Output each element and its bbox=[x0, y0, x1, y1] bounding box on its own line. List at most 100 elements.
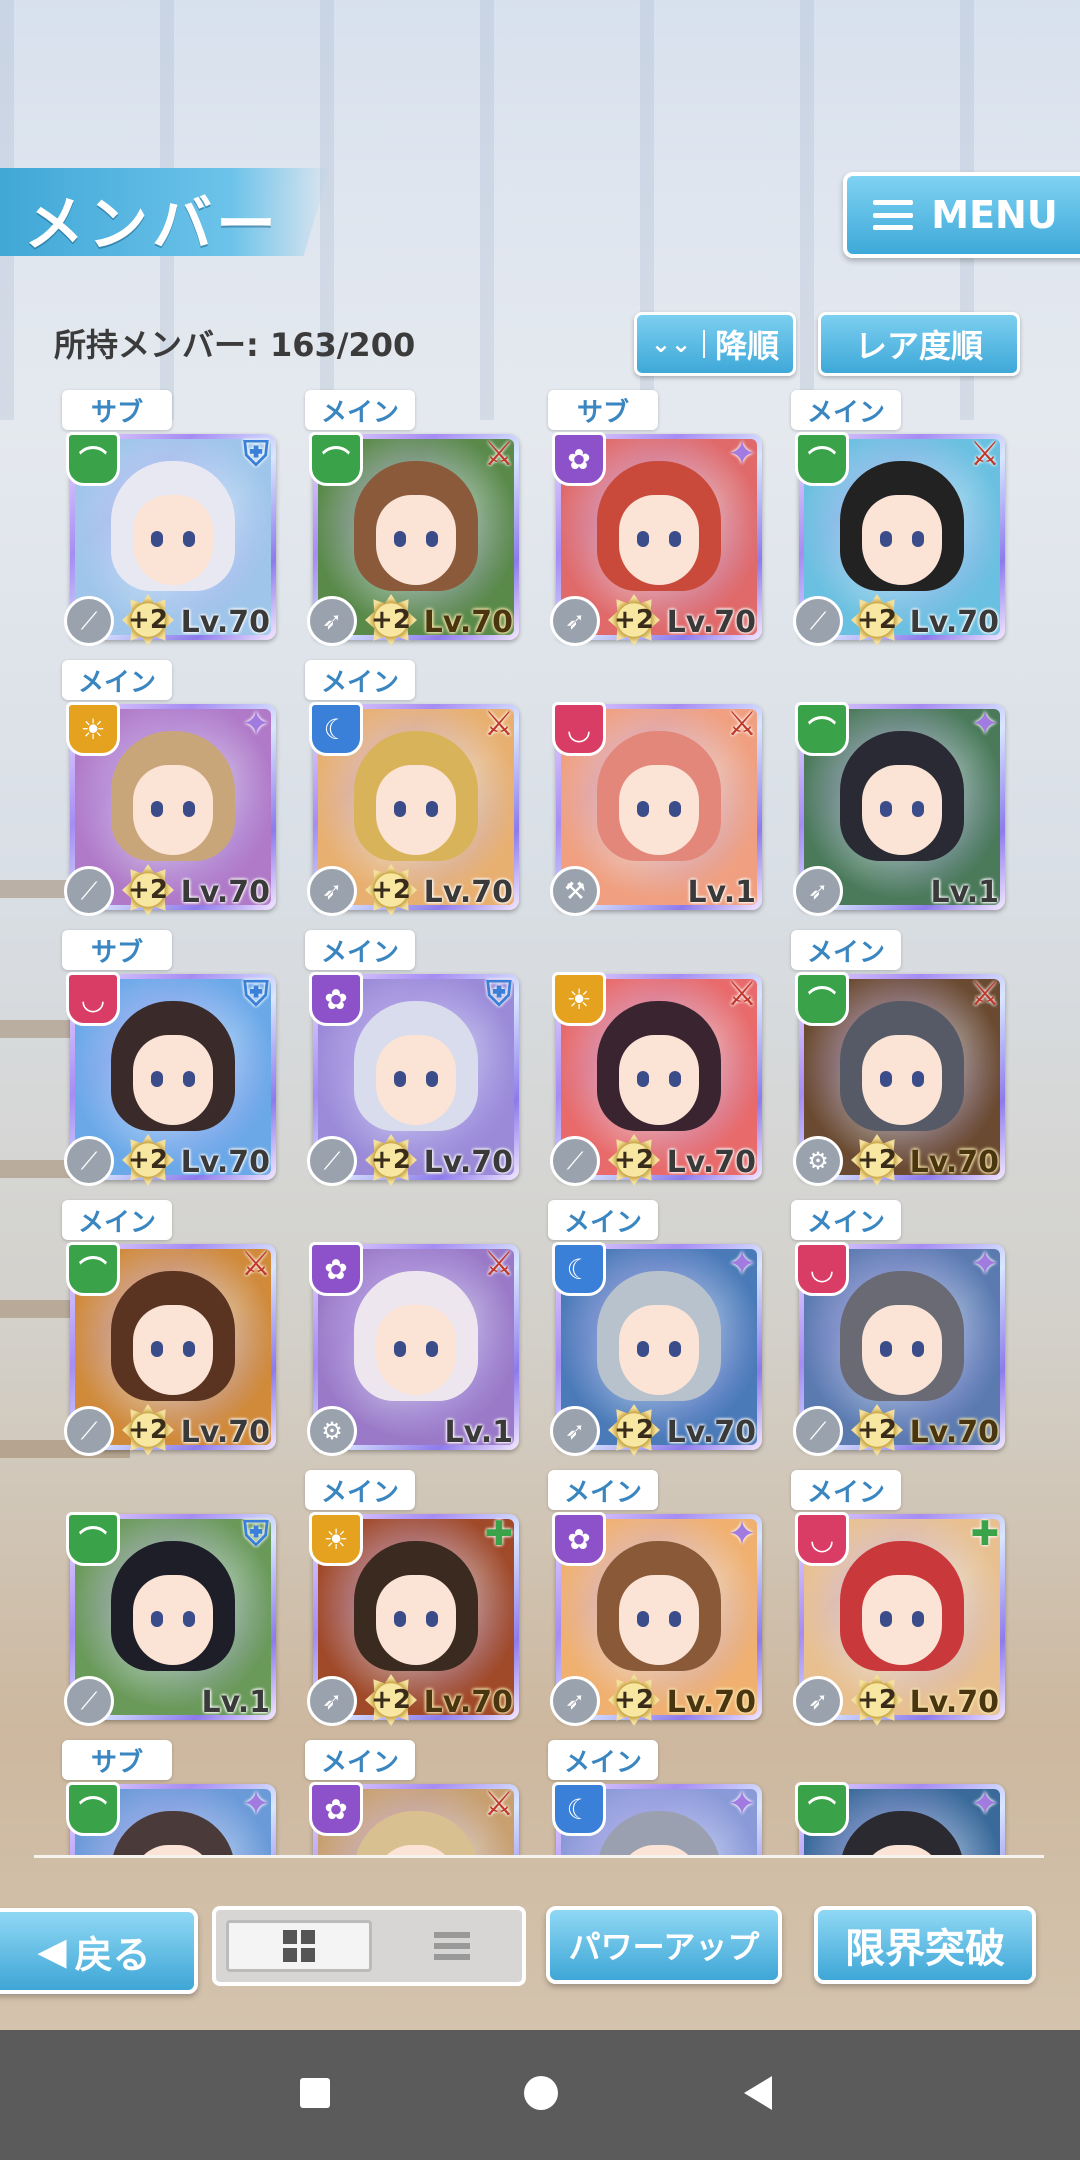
level-label: Lv.70 bbox=[909, 1685, 999, 1720]
sword-weapon-icon: ⟋ bbox=[307, 1136, 357, 1186]
member-card[interactable]: サブ ✿ ✦ ➶ +2 Lv.70 bbox=[548, 390, 762, 660]
member-card[interactable]: ✿ ⚔ ⚙ Lv.1 bbox=[307, 1200, 519, 1470]
member-card[interactable]: メイン ◡ ✚ ➶ +2 Lv.70 bbox=[791, 1470, 1005, 1740]
power-up-label: パワーアップ bbox=[568, 1928, 760, 1966]
sword-weapon-icon: ⟋ bbox=[793, 596, 843, 646]
member-card[interactable]: メイン ⌒ ⚔ ⟋ +2 Lv.70 bbox=[791, 390, 1005, 660]
deck-role-tag: サブ bbox=[548, 390, 658, 430]
member-card[interactable]: メイン ✿ ⚔ bbox=[305, 1740, 519, 1855]
axe-weapon-icon: ⚒ bbox=[550, 866, 600, 916]
attribute-icon: ⌒ bbox=[795, 972, 849, 1026]
deck-role-tag: メイン bbox=[548, 1470, 658, 1510]
deck-role-tag: メイン bbox=[305, 660, 415, 700]
member-card[interactable]: サブ ◡ ⛨ ⟋ +2 Lv.70 bbox=[62, 930, 276, 1200]
back-label: 戻る bbox=[74, 1932, 151, 1977]
deck-role-tag: メイン bbox=[791, 1200, 901, 1240]
list-view-button[interactable] bbox=[382, 1910, 522, 1982]
member-card[interactable]: メイン ⌒ ⚔ ➶ +2 Lv.70 bbox=[305, 390, 519, 660]
deck-role-tag: メイン bbox=[62, 660, 172, 700]
spear-weapon-icon: ➶ bbox=[307, 596, 357, 646]
deck-role-tag: サブ bbox=[62, 390, 172, 430]
attribute-icon: ⌒ bbox=[66, 1782, 120, 1836]
list-icon bbox=[434, 1932, 470, 1960]
attribute-icon: ✿ bbox=[552, 1512, 606, 1566]
gear-weapon-icon: ⚙ bbox=[793, 1136, 843, 1186]
member-card[interactable]: メイン ☀ ✦ ⟋ +2 Lv.70 bbox=[62, 660, 276, 930]
back-arrow-icon: ◀ bbox=[37, 1929, 67, 1973]
member-card[interactable]: メイン ☀ ✚ ➶ +2 Lv.70 bbox=[305, 1470, 519, 1740]
limit-break-button[interactable]: 限界突破 bbox=[814, 1906, 1036, 1984]
deck-role-tag: メイン bbox=[62, 1200, 172, 1240]
attribute-icon: ⌒ bbox=[66, 1242, 120, 1296]
level-label: Lv.1 bbox=[930, 875, 1000, 910]
sword-role-icon: ⚔ bbox=[969, 974, 1001, 1014]
power-up-button[interactable]: パワーアップ bbox=[546, 1906, 782, 1984]
deck-role-tag: メイン bbox=[548, 1200, 658, 1240]
sword-role-icon: ⚔ bbox=[726, 704, 758, 744]
member-card[interactable]: メイン ⌒ ⚔ ⚙ +2 Lv.70 bbox=[791, 930, 1005, 1200]
back-button[interactable]: ◀ 戻る bbox=[0, 1908, 198, 1994]
member-card[interactable]: メイン ✿ ⛨ ⟋ +2 Lv.70 bbox=[305, 930, 519, 1200]
member-card[interactable]: メイン ☾ ⚔ ➶ +2 Lv.70 bbox=[305, 660, 519, 930]
member-card[interactable]: メイン ◡ ✦ ⟋ +2 Lv.70 bbox=[791, 1200, 1005, 1470]
deck-role-tag: メイン bbox=[548, 1740, 658, 1780]
member-card[interactable]: サブ ⌒ ⛨ ⟋ +2 Lv.70 bbox=[62, 390, 276, 660]
divider bbox=[34, 1855, 1044, 1858]
deck-role-tag: メイン bbox=[791, 1470, 901, 1510]
shield-role-icon: ⛨ bbox=[243, 974, 269, 1014]
home-icon[interactable] bbox=[524, 2076, 558, 2110]
level-label: Lv.1 bbox=[201, 1685, 271, 1720]
sword-role-icon: ⚔ bbox=[483, 434, 515, 474]
star-role-icon: ✦ bbox=[727, 1244, 757, 1284]
deck-role-tag: サブ bbox=[62, 930, 172, 970]
attribute-icon: ◡ bbox=[795, 1242, 849, 1296]
nav-back-icon[interactable] bbox=[744, 2076, 772, 2110]
attribute-icon: ⌒ bbox=[795, 702, 849, 756]
attribute-icon: ✿ bbox=[309, 1242, 363, 1296]
deck-role-tag: サブ bbox=[62, 1740, 172, 1780]
sword-role-icon: ⚔ bbox=[240, 1244, 272, 1284]
star-role-icon: ✦ bbox=[970, 1784, 1000, 1824]
level-label: Lv.70 bbox=[180, 605, 270, 640]
level-label: Lv.70 bbox=[180, 1145, 270, 1180]
level-label: Lv.70 bbox=[666, 1145, 756, 1180]
member-card[interactable]: サブ ⌒ ✦ bbox=[62, 1740, 276, 1855]
member-card[interactable]: メイン ☾ ✦ ➶ +2 Lv.70 bbox=[548, 1200, 762, 1470]
recents-icon[interactable] bbox=[300, 2078, 330, 2108]
level-label: Lv.70 bbox=[666, 1415, 756, 1450]
attribute-icon: ☀ bbox=[309, 1512, 363, 1566]
member-card[interactable]: ⌒ ✦ bbox=[795, 1740, 1005, 1855]
limit-break-label: 限界突破 bbox=[845, 1926, 1005, 1972]
member-card[interactable]: メイン ⌒ ⚔ ⟋ +2 Lv.70 bbox=[62, 1200, 276, 1470]
member-card[interactable]: ⌒ ✦ ➶ Lv.1 bbox=[793, 660, 1005, 930]
member-card[interactable]: メイン ✿ ✦ ➶ +2 Lv.70 bbox=[548, 1470, 762, 1740]
member-card[interactable]: メイン ☾ ✦ bbox=[548, 1740, 762, 1855]
deck-role-tag: メイン bbox=[305, 1470, 415, 1510]
attribute-icon: ☀ bbox=[66, 702, 120, 756]
spear-weapon-icon: ➶ bbox=[307, 866, 357, 916]
star-role-icon: ✦ bbox=[727, 434, 757, 474]
member-card[interactable]: ⌒ ⛨ ⟋ Lv.1 bbox=[64, 1470, 276, 1740]
attribute-icon: ⌒ bbox=[66, 1512, 120, 1566]
sword-role-icon: ⚔ bbox=[726, 974, 758, 1014]
spear-weapon-icon: ➶ bbox=[793, 1676, 843, 1726]
sword-weapon-icon: ⟋ bbox=[64, 596, 114, 646]
attribute-icon: ⌒ bbox=[66, 432, 120, 486]
level-label: Lv.70 bbox=[180, 875, 270, 910]
member-card[interactable]: ☀ ⚔ ⟋ +2 Lv.70 bbox=[550, 930, 762, 1200]
attribute-icon: ⌒ bbox=[309, 432, 363, 486]
attribute-icon: ✿ bbox=[552, 432, 606, 486]
level-label: Lv.70 bbox=[423, 1145, 513, 1180]
sword-role-icon: ⚔ bbox=[969, 434, 1001, 474]
sword-weapon-icon: ⟋ bbox=[793, 1406, 843, 1456]
spear-weapon-icon: ➶ bbox=[550, 596, 600, 646]
sword-weapon-icon: ⟋ bbox=[64, 1676, 114, 1726]
heal-role-icon: ✚ bbox=[970, 1514, 1000, 1554]
attribute-icon: ⌒ bbox=[795, 432, 849, 486]
grid-view-button[interactable] bbox=[226, 1920, 372, 1972]
attribute-icon: ☀ bbox=[552, 972, 606, 1026]
spear-weapon-icon: ➶ bbox=[550, 1676, 600, 1726]
attribute-icon: ✿ bbox=[309, 1782, 363, 1836]
spear-weapon-icon: ➶ bbox=[550, 1406, 600, 1456]
member-card[interactable]: ◡ ⚔ ⚒ Lv.1 bbox=[550, 660, 762, 930]
